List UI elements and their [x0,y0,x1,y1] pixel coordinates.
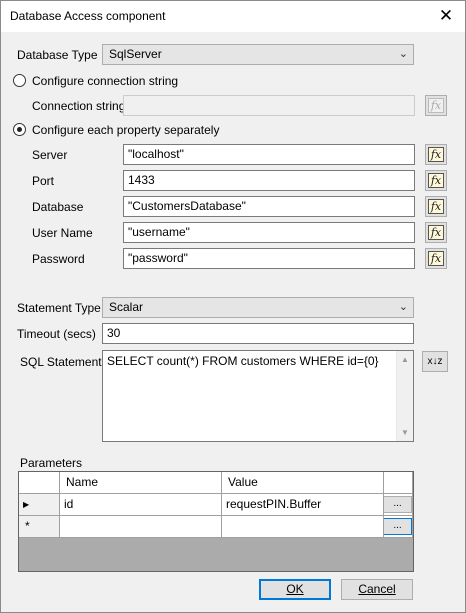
connection-string-label: Connection string [32,99,126,113]
fx-icon: fx [427,225,445,240]
fx-icon: fx [427,147,445,162]
fx-icon: fx [427,199,445,214]
ok-button[interactable]: OK [259,579,331,600]
parameters-grid[interactable]: Name Value ▶ id requestPIN.Buffer ... * … [18,471,414,572]
radio-each-property[interactable] [13,123,26,136]
cancel-button-label: Cancel [358,582,396,596]
username-fx-button[interactable]: fx [425,222,447,243]
title-bar: Database Access component ✕ [1,1,465,32]
grid-corner-cell [19,472,60,494]
chevron-down-icon: ⌄ [398,48,408,60]
param-name-cell[interactable]: id [60,494,222,516]
sort-icon: x↓z [427,356,443,367]
table-row[interactable]: * ... [19,516,413,538]
ok-button-label: OK [286,582,304,596]
row-new-icon[interactable]: * [19,516,60,538]
server-input[interactable]: "localhost" [123,144,415,165]
chevron-down-icon: ⌄ [398,301,408,313]
port-input[interactable]: 1433 [123,170,415,191]
row-current-icon[interactable]: ▶ [19,494,60,516]
sql-statement-label: SQL Statement [20,355,102,369]
sql-statement-textarea[interactable]: SELECT count(*) FROM customers WHERE id=… [102,350,414,442]
username-label: User Name [32,226,93,240]
column-header-value[interactable]: Value [222,472,384,494]
grid-header-row: Name Value [19,472,413,494]
sql-statement-text: SELECT count(*) FROM customers WHERE id=… [107,354,379,368]
connection-string-fx-button[interactable]: fx [425,95,447,116]
connection-string-input[interactable] [123,95,415,116]
param-edit-cell: ... [384,516,413,538]
param-value-cell[interactable] [222,516,384,538]
fx-icon: fx [427,251,445,266]
statement-type-select[interactable]: Scalar ⌄ [102,297,414,318]
fx-icon: fx [427,173,445,188]
port-label: Port [32,174,55,188]
close-icon[interactable]: ✕ [433,4,459,28]
statement-type-value: Scalar [109,300,144,314]
scroll-up-icon[interactable]: ▲ [397,351,413,368]
database-type-value: SqlServer [109,47,162,61]
radio-connection-string-label[interactable]: Configure connection string [32,74,178,88]
statement-type-label: Statement Type [17,301,101,315]
username-input[interactable]: "username" [123,222,415,243]
timeout-label: Timeout (secs) [17,327,96,341]
timeout-input[interactable]: 30 [102,323,414,344]
sql-scrollbar[interactable]: ▲ ▼ [396,351,413,441]
port-fx-button[interactable]: fx [425,170,447,191]
server-label: Server [32,148,68,162]
cancel-button[interactable]: Cancel [341,579,413,600]
fx-icon: fx [427,98,445,113]
radio-connection-string[interactable] [13,74,26,87]
scroll-down-icon[interactable]: ▼ [397,424,413,441]
param-edit-cell: ... [384,494,413,516]
radio-each-property-label[interactable]: Configure each property separately [32,123,219,137]
dialog-window: Database Access component ✕ Database Typ… [0,0,466,613]
database-type-select[interactable]: SqlServer ⌄ [102,44,414,65]
parameters-label: Parameters [20,456,83,470]
param-edit-button[interactable]: ... [384,518,412,535]
password-fx-button[interactable]: fx [425,248,447,269]
column-header-name[interactable]: Name [60,472,222,494]
database-type-label: Database Type [17,48,98,62]
column-header-edit [384,472,413,494]
param-value-cell[interactable]: requestPIN.Buffer [222,494,384,516]
table-row[interactable]: ▶ id requestPIN.Buffer ... [19,494,413,516]
param-name-cell[interactable] [60,516,222,538]
password-input[interactable]: "password" [123,248,415,269]
password-label: Password [32,252,85,266]
database-label: Database [32,200,84,214]
database-input[interactable]: "CustomersDatabase" [123,196,415,217]
sort-parameters-button[interactable]: x↓z [422,351,448,372]
server-fx-button[interactable]: fx [425,144,447,165]
param-edit-button[interactable]: ... [384,496,412,513]
database-fx-button[interactable]: fx [425,196,447,217]
window-title: Database Access component [10,9,166,23]
